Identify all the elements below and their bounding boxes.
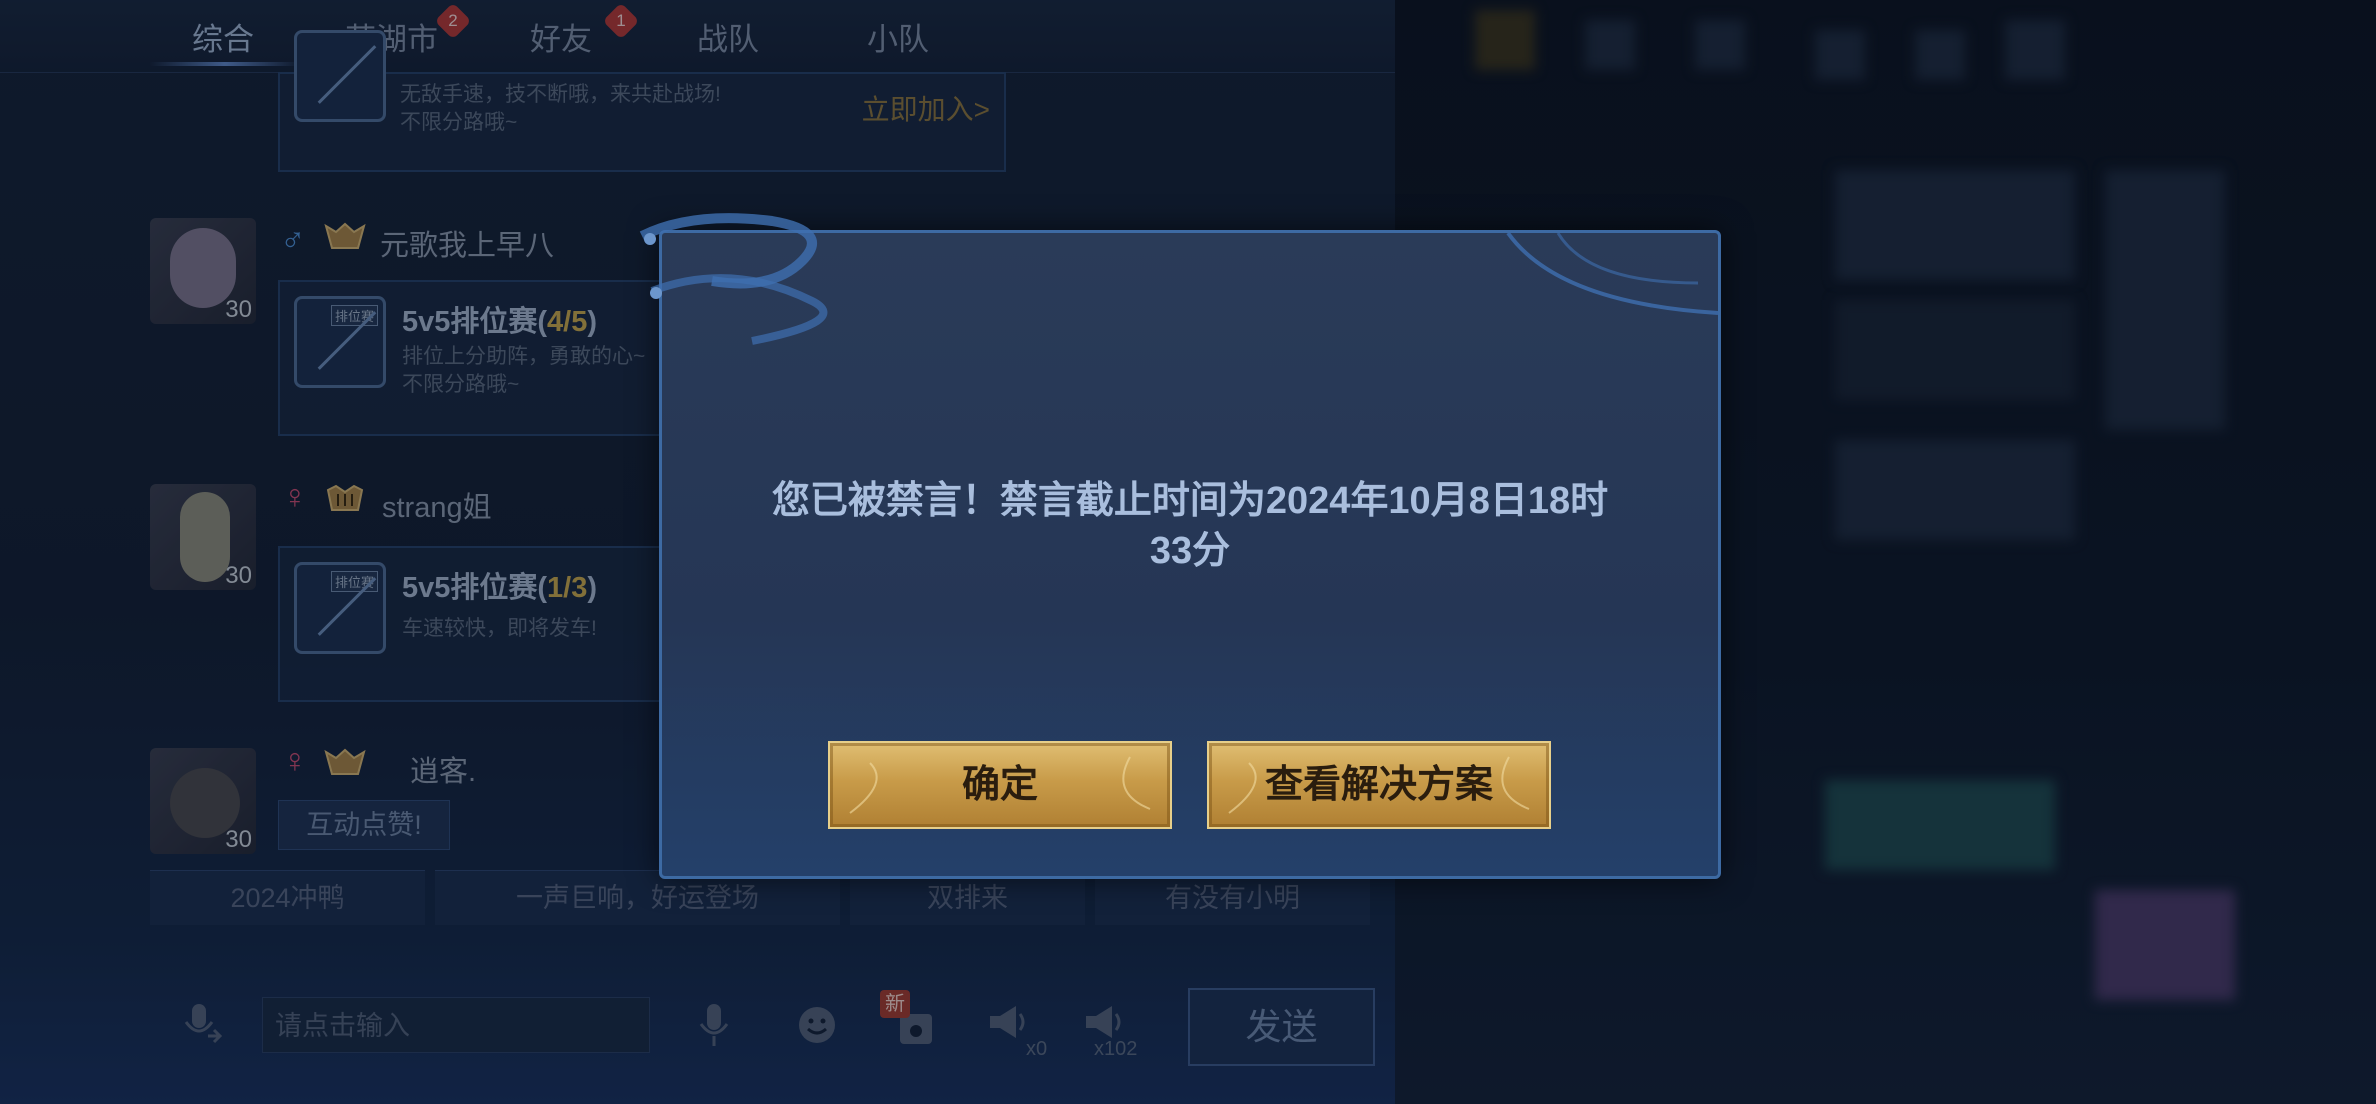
mute-message: 您已被禁言！禁言截止时间为2024年10月8日18时 33分 (702, 476, 1678, 576)
confirm-button-label: 确定 (961, 764, 1038, 806)
cloud-ornament (639, 213, 828, 345)
mute-message-line: 33分 (1149, 530, 1231, 572)
view-solution-button-label: 查看解决方案 (1264, 764, 1493, 806)
mute-notice-dialog: 您已被禁言！禁言截止时间为2024年10月8日18时 33分 确定 查看解决方案 (639, 213, 1721, 879)
confirm-button[interactable]: 确定 (828, 741, 1172, 829)
view-solution-button[interactable]: 查看解决方案 (1207, 741, 1551, 829)
mute-message-line: 您已被禁言！禁言截止时间为2024年10月8日18时 (771, 480, 1609, 522)
corner-ornament (1506, 233, 1718, 315)
